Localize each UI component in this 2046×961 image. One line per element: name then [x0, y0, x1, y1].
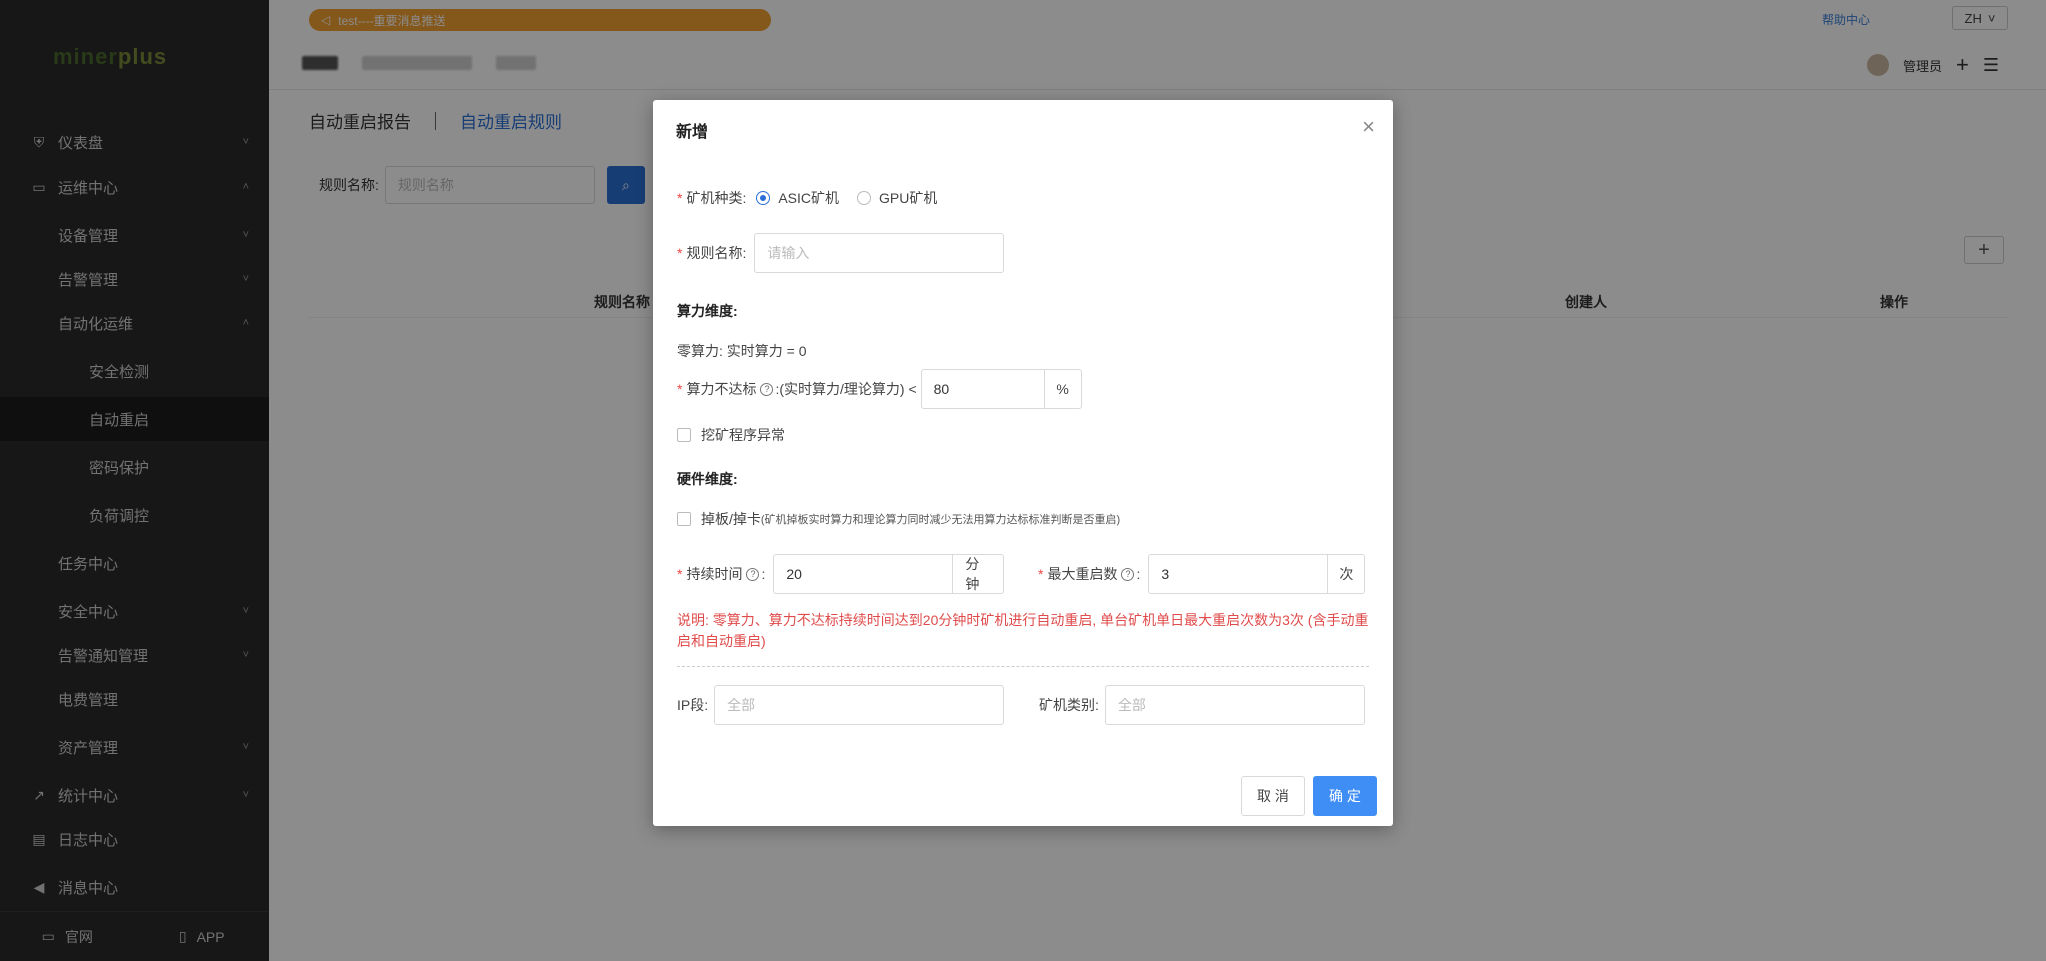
close-icon[interactable]: × [1362, 116, 1375, 138]
miner-type-row: * 矿机种类: ASIC矿机 GPU矿机 [677, 188, 938, 208]
mining-error-row: 挖矿程序异常 [677, 425, 785, 445]
radio-asic[interactable]: ASIC矿机 [756, 188, 839, 208]
rule-description-note: 说明: 零算力、算力不达标持续时间达到20分钟时矿机进行自动重启, 单台矿机单日… [677, 612, 1369, 649]
duration-input[interactable]: 20 [773, 554, 954, 594]
board-drop-row: 掉板/掉卡 (矿机掉板实时算力和理论算力同时减少无法用算力达标标准判断是否重启) [677, 509, 1120, 529]
confirm-button[interactable]: 确 定 [1313, 776, 1377, 816]
rule-name-input[interactable]: 请输入 [754, 233, 1005, 273]
hardware-section-title: 硬件维度: [677, 471, 738, 487]
radio-checked-icon [756, 191, 771, 205]
ip-row: IP段: 全部 [677, 685, 1005, 725]
percent-addon: % [1044, 369, 1082, 409]
mining-error-checkbox[interactable] [677, 428, 691, 442]
miner-category-select[interactable]: 全部 [1104, 685, 1365, 725]
rule-name-row: * 规则名称: 请输入 [677, 233, 1005, 273]
dialog-title: 新增 [676, 124, 709, 141]
minutes-addon: 分钟 [953, 554, 1005, 594]
underperform-threshold-input[interactable]: 80 [920, 369, 1045, 409]
zero-hashrate-row: 零算力: 实时算力 = 0 [677, 343, 807, 359]
max-restart-input[interactable]: 3 [1148, 554, 1329, 594]
add-rule-dialog: 新增 × * 矿机种类: ASIC矿机 GPU矿机 * 规则名称: 请输入 算力… [653, 100, 1393, 826]
radio-gpu[interactable]: GPU矿机 [857, 188, 937, 208]
times-addon: 次 [1328, 554, 1366, 594]
category-row: 矿机类别: 全部 [1039, 685, 1365, 725]
ip-range-select[interactable]: 全部 [714, 685, 1005, 725]
underperform-row: * 算力不达标 ? :(实时算力/理论算力) < 80 % [677, 369, 1082, 409]
help-icon[interactable]: ? [1121, 567, 1135, 581]
divider [677, 666, 1369, 667]
duration-row: * 持续时间 ? : 20 分钟 [677, 554, 1005, 594]
hashrate-section-title: 算力维度: [677, 303, 738, 319]
board-drop-checkbox[interactable] [677, 512, 691, 526]
help-icon[interactable]: ? [746, 567, 760, 581]
radio-unchecked-icon [857, 191, 872, 205]
max-restart-row: * 最大重启数 ? : 3 次 [1038, 554, 1366, 594]
help-icon[interactable]: ? [760, 382, 774, 396]
cancel-button[interactable]: 取 消 [1241, 776, 1305, 816]
